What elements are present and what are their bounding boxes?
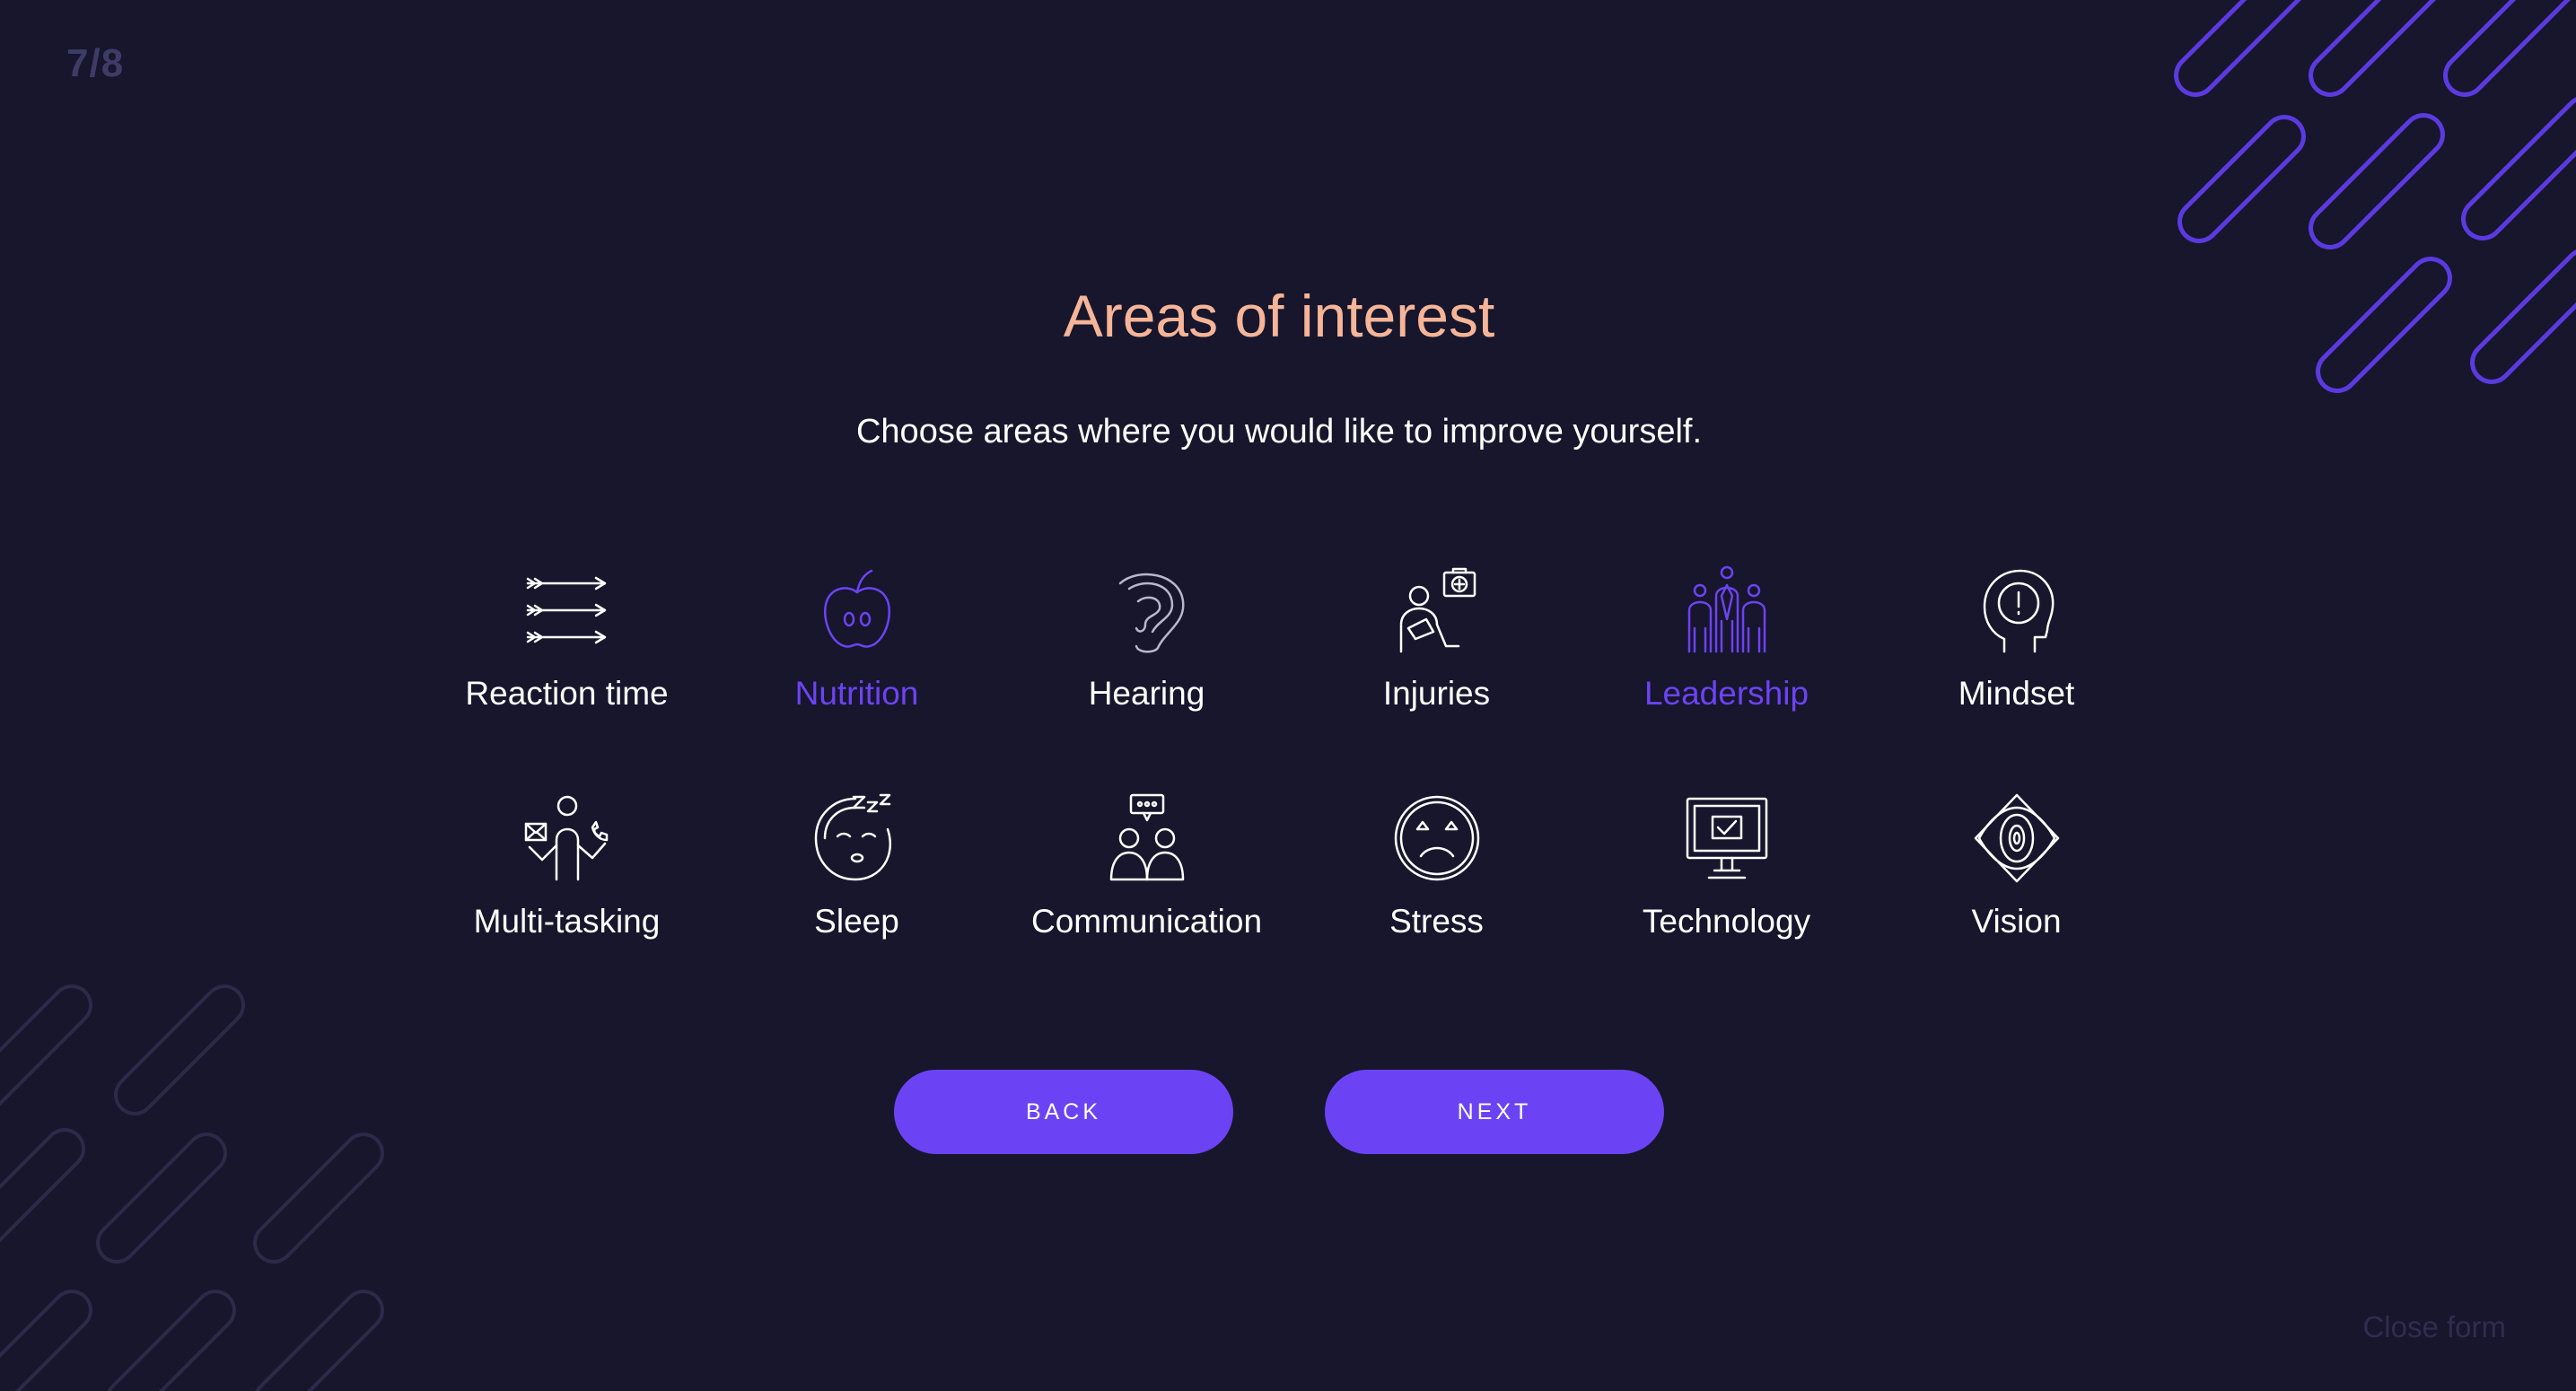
area-label: Stress [1389, 903, 1484, 940]
people-chat-icon [1102, 793, 1192, 883]
area-injuries[interactable]: Injuries [1292, 565, 1582, 713]
area-mindset[interactable]: Mindset [1871, 565, 2161, 713]
arrows-icon [522, 565, 612, 655]
eye-icon [1972, 793, 2062, 883]
area-reaction-time[interactable]: Reaction time [422, 565, 712, 713]
area-label: Hearing [1088, 675, 1205, 712]
area-label: Communication [1030, 903, 1263, 940]
stressed-face-icon [1392, 793, 1482, 883]
area-leadership[interactable]: Leadership [1582, 565, 1871, 713]
area-label: Multi-tasking [473, 903, 661, 940]
area-sleep[interactable]: Sleep [712, 793, 1002, 940]
page-title: Areas of interest [1063, 283, 1495, 350]
area-hearing[interactable]: Hearing [1002, 565, 1292, 713]
close-form-link[interactable]: Close form [2362, 1310, 2506, 1344]
area-nutrition[interactable]: Nutrition [712, 565, 1002, 713]
area-label: Technology [1642, 903, 1811, 940]
area-stress[interactable]: Stress [1292, 793, 1582, 940]
head-exclamation-icon [1972, 565, 2062, 655]
area-multi-tasking[interactable]: Multi-tasking [422, 793, 712, 940]
multitasking-person-icon [522, 793, 612, 883]
areas-grid: Reaction time Nutrition Hearing Injuries… [422, 565, 2163, 940]
apple-icon [812, 565, 902, 655]
area-communication[interactable]: Communication [1002, 793, 1292, 940]
next-button[interactable]: NEXT [1325, 1070, 1664, 1154]
area-label: Mindset [1958, 675, 2075, 712]
step-counter: 7/8 [66, 41, 125, 85]
decorative-stripes-bottom-left [0, 984, 384, 1391]
area-technology[interactable]: Technology [1582, 793, 1871, 940]
injury-icon [1392, 565, 1482, 655]
area-label: Sleep [814, 903, 899, 940]
monitor-check-icon [1682, 793, 1772, 883]
area-label: Injuries [1382, 675, 1491, 712]
area-label: Reaction time [465, 675, 669, 712]
sleep-face-icon [812, 793, 902, 883]
area-label: Nutrition [794, 675, 919, 712]
back-button[interactable]: BACK [894, 1070, 1233, 1154]
area-label: Vision [1971, 903, 2062, 940]
decorative-stripes-top-right [2174, 0, 2576, 393]
team-icon [1682, 565, 1772, 655]
ear-icon [1102, 565, 1192, 655]
area-label: Leadership [1643, 675, 1809, 712]
page-subtitle: Choose areas where you would like to imp… [855, 413, 1703, 451]
area-vision[interactable]: Vision [1871, 793, 2161, 940]
